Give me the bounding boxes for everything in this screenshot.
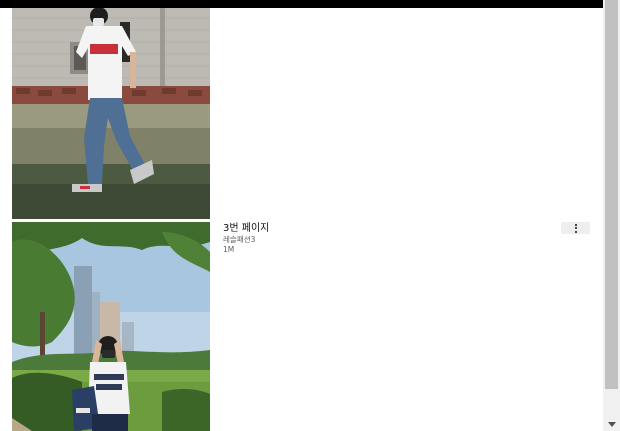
channel-name[interactable]: 레슬패션3 — [223, 235, 553, 245]
video-thumbnail-1[interactable] — [12, 8, 210, 219]
scrollbar-thumb[interactable] — [605, 0, 618, 389]
arrow-down-icon — [607, 421, 616, 427]
scroll-down-arrow[interactable] — [603, 417, 620, 431]
view-count: 1M — [223, 245, 235, 254]
vertical-scrollbar[interactable] — [603, 0, 620, 431]
thumbnail-image-1 — [12, 8, 210, 219]
more-options-button[interactable] — [561, 222, 590, 234]
video-thumbnail-2[interactable] — [12, 222, 210, 431]
more-vert-icon — [574, 223, 577, 233]
page: 3번 페이지 레슬패션3 1M — [0, 0, 620, 431]
video-title[interactable]: 3번 페이지 — [223, 222, 553, 235]
video-details-2: 3번 페이지 레슬패션3 1M — [223, 222, 553, 255]
thumbnail-image-2 — [12, 222, 210, 431]
top-bar — [0, 0, 603, 8]
